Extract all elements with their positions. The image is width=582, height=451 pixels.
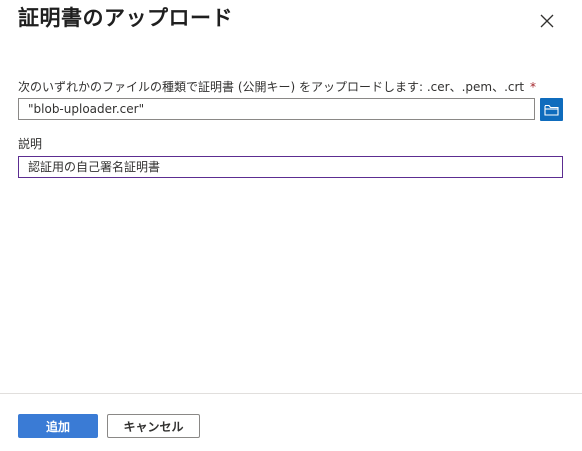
- description-field-label: 説明: [18, 137, 43, 151]
- dialog-title: 証明書のアップロード: [18, 6, 233, 30]
- browse-file-button[interactable]: [540, 98, 563, 121]
- description-input[interactable]: 認証用の自己署名証明書: [18, 156, 563, 178]
- folder-icon: [544, 104, 559, 116]
- required-marker: *: [529, 80, 536, 94]
- file-field-label-text: 次のいずれかのファイルの種類で証明書 (公開キー) をアップロードします: .c…: [18, 80, 525, 94]
- cancel-button[interactable]: キャンセル: [107, 414, 200, 438]
- close-button[interactable]: [534, 8, 560, 34]
- upload-certificate-dialog: 証明書のアップロード 次のいずれかのファイルの種類で証明書 (公開キー) をアッ…: [0, 0, 582, 451]
- add-button[interactable]: 追加: [18, 414, 98, 438]
- footer-divider: [0, 393, 582, 394]
- close-icon: [540, 14, 554, 28]
- file-path-input[interactable]: "blob-uploader.cer": [18, 98, 535, 120]
- file-field-label: 次のいずれかのファイルの種類で証明書 (公開キー) をアップロードします: .c…: [18, 79, 536, 95]
